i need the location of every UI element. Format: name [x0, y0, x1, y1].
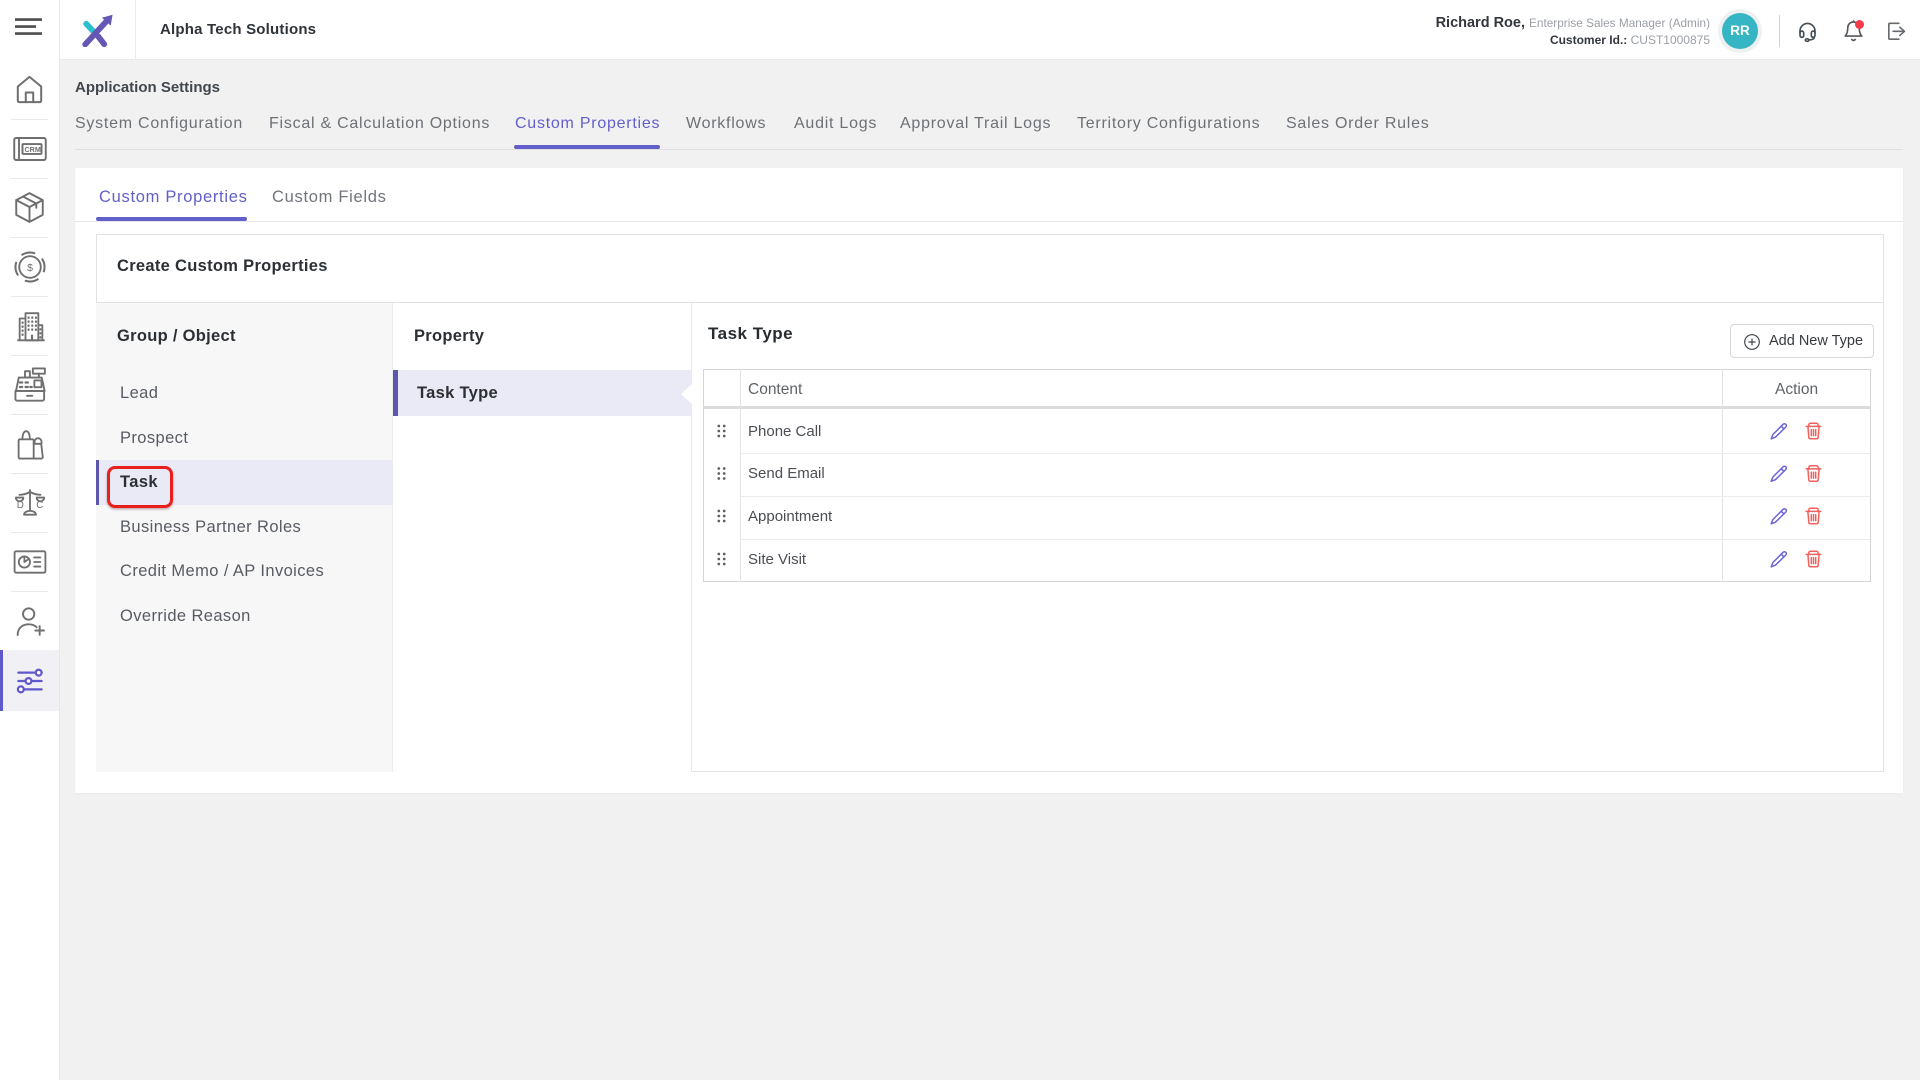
svg-text:D: D [16, 499, 23, 510]
svg-text:CRM: CRM [24, 145, 40, 153]
svg-text:$: $ [27, 261, 33, 273]
svg-text:C: C [36, 499, 43, 510]
